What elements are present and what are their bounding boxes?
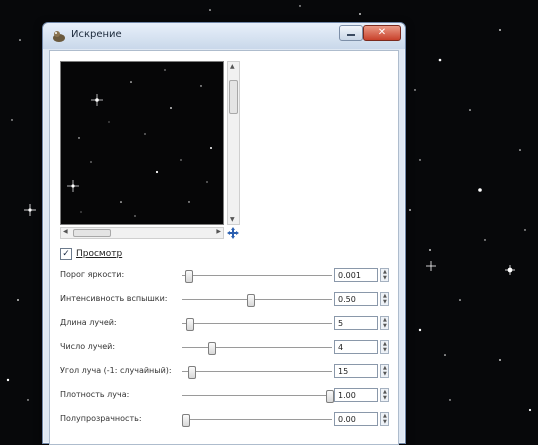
param-spin-buttons[interactable]: ▲ ▼ <box>380 364 389 378</box>
spin-down-icon[interactable]: ▼ <box>383 419 387 425</box>
spin-down-icon[interactable]: ▼ <box>383 371 387 377</box>
param-slider-track[interactable] <box>182 275 332 276</box>
preview-horizontal-scrollbar[interactable]: ◀ ▶ <box>60 227 224 239</box>
param-slider-thumb[interactable] <box>326 390 334 403</box>
param-value-input[interactable]: 1.00 <box>334 388 378 402</box>
param-slider-thumb[interactable] <box>246 294 255 307</box>
param-row: Угол луча (-1: случайный): 15 ▲ ▼ <box>50 363 398 381</box>
scroll-up-icon[interactable]: ▲ <box>230 63 235 70</box>
param-row: Интенсивность вспышки: 0.50 ▲ ▼ <box>50 291 398 309</box>
param-label: Угол луча (-1: случайный): <box>60 366 172 375</box>
horizontal-scroll-thumb[interactable] <box>73 229 111 237</box>
minimize-button[interactable] <box>339 25 363 41</box>
param-value-input[interactable]: 0.50 <box>334 292 378 306</box>
preview-checkbox-label: Просмотр <box>76 249 123 259</box>
param-slider-thumb[interactable] <box>184 270 193 283</box>
dialog-body: ▲ ▼ ◀ ▶ ✓ Просмотр Порог яркости: 0.001 ▲ ▼… <box>49 50 399 445</box>
title-bar[interactable]: Искрение ✕ <box>43 23 405 49</box>
param-slider-track[interactable] <box>182 299 332 300</box>
param-value-input[interactable]: 4 <box>334 340 378 354</box>
param-label: Порог яркости: <box>60 270 125 279</box>
param-row: Плотность луча: 1.00 ▲ ▼ <box>50 387 398 405</box>
spin-down-icon[interactable]: ▼ <box>383 323 387 329</box>
spin-down-icon[interactable]: ▼ <box>383 275 387 281</box>
preview-toggle[interactable]: ✓ Просмотр <box>60 247 122 261</box>
scroll-down-icon[interactable]: ▼ <box>230 216 235 223</box>
param-label: Длина лучей: <box>60 318 117 327</box>
window-title: Искрение <box>71 29 122 40</box>
param-spin-buttons[interactable]: ▲ ▼ <box>380 388 389 402</box>
param-value-input[interactable]: 15 <box>334 364 378 378</box>
param-label: Число лучей: <box>60 342 116 351</box>
sparkle-dialog: Искрение ✕ ▲ ▼ ◀ ▶ ✓ Просмотр Порог ярко… <box>42 22 406 445</box>
param-spin-buttons[interactable]: ▲ ▼ <box>380 340 389 354</box>
param-value-input[interactable]: 0.001 <box>334 268 378 282</box>
param-slider-thumb[interactable] <box>186 318 195 331</box>
scroll-right-icon[interactable]: ▶ <box>216 228 221 235</box>
scroll-left-icon[interactable]: ◀ <box>63 228 68 235</box>
param-label: Плотность луча: <box>60 390 130 399</box>
param-spin-buttons[interactable]: ▲ ▼ <box>380 292 389 306</box>
navigate-move-icon[interactable] <box>227 227 239 239</box>
spin-down-icon[interactable]: ▼ <box>383 395 387 401</box>
vertical-scroll-thumb[interactable] <box>229 80 238 114</box>
param-spin-buttons[interactable]: ▲ ▼ <box>380 316 389 330</box>
gimp-app-icon <box>53 31 65 42</box>
preview-vertical-scrollbar[interactable]: ▲ ▼ <box>227 61 240 225</box>
param-slider-thumb[interactable] <box>187 366 196 379</box>
param-slider-thumb[interactable] <box>207 342 216 355</box>
param-row: Длина лучей: 5 ▲ ▼ <box>50 315 398 333</box>
param-slider-track[interactable] <box>182 395 332 396</box>
param-row: Порог яркости: 0.001 ▲ ▼ <box>50 267 398 285</box>
close-button[interactable]: ✕ <box>363 25 401 41</box>
param-value-input[interactable]: 0.00 <box>334 412 378 426</box>
param-slider-track[interactable] <box>182 347 332 348</box>
param-label: Интенсивность вспышки: <box>60 294 168 303</box>
param-row: Число лучей: 4 ▲ ▼ <box>50 339 398 357</box>
spin-down-icon[interactable]: ▼ <box>383 347 387 353</box>
param-slider-track[interactable] <box>182 323 332 324</box>
param-slider-thumb[interactable] <box>182 414 190 427</box>
param-value-input[interactable]: 5 <box>334 316 378 330</box>
param-row: Полупрозрачность: 0.00 ▲ ▼ <box>50 411 398 429</box>
preview-checkbox[interactable]: ✓ <box>60 248 72 260</box>
preview-canvas[interactable] <box>60 61 224 225</box>
param-label: Полупрозрачность: <box>60 414 142 423</box>
spin-down-icon[interactable]: ▼ <box>383 299 387 305</box>
param-spin-buttons[interactable]: ▲ ▼ <box>380 268 389 282</box>
param-spin-buttons[interactable]: ▲ ▼ <box>380 412 389 426</box>
param-slider-track[interactable] <box>182 371 332 372</box>
param-slider-track[interactable] <box>182 419 332 420</box>
